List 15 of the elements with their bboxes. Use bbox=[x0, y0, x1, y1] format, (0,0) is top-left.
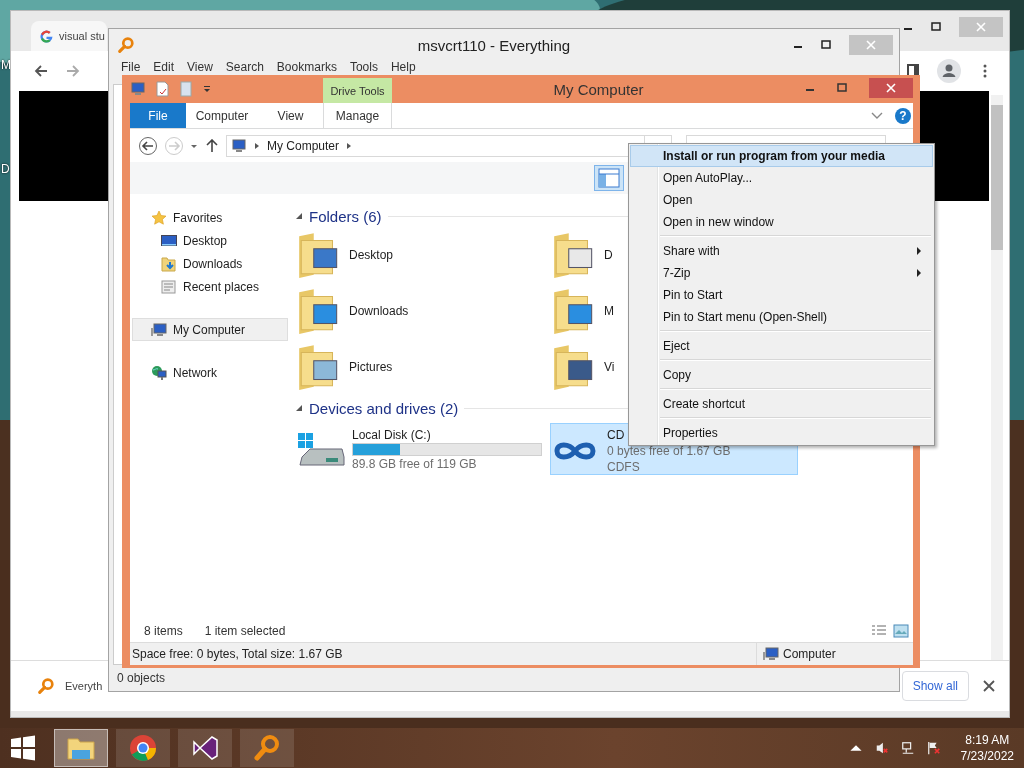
group-heading: Devices and drives (2) bbox=[309, 399, 459, 417]
drive-capacity: 0 bytes free of 1.67 GB bbox=[607, 443, 731, 459]
status-text: 0 objects bbox=[117, 671, 166, 685]
contextual-tab-group: Drive Tools bbox=[323, 78, 392, 103]
drive-name: Local Disk (C:) bbox=[352, 427, 431, 443]
details-text: Space free: 0 bytes, Total size: 1.67 GB bbox=[132, 647, 343, 661]
drive-name: CD bbox=[607, 427, 625, 443]
group-heading: Folders (6) bbox=[309, 207, 382, 225]
file-system: CDFS bbox=[607, 459, 640, 475]
selection-count: 1 item selected bbox=[204, 624, 286, 638]
window-title: My Computer bbox=[552, 80, 645, 98]
window-title: msvcrt110 - Everything bbox=[416, 36, 572, 54]
item-count: 8 items bbox=[144, 624, 183, 638]
drive-capacity: 89.8 GB free of 119 GB bbox=[352, 456, 477, 472]
location-text: Computer bbox=[783, 647, 836, 661]
